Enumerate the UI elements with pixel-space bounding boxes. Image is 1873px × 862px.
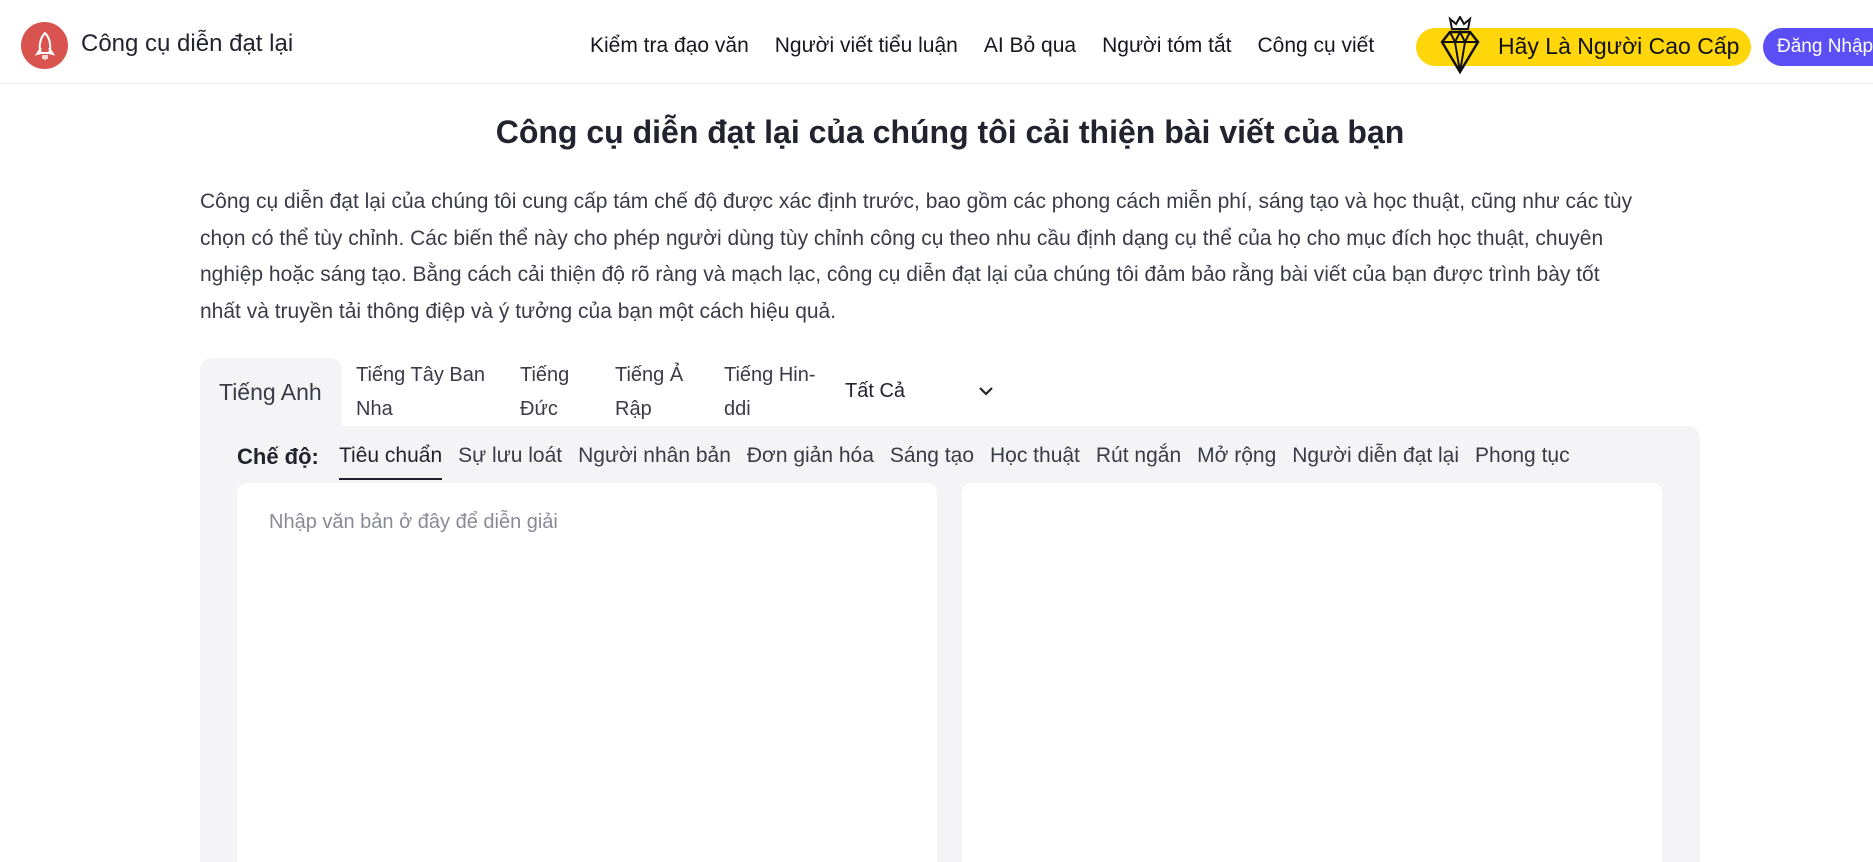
tab-label: Rập xyxy=(615,398,652,420)
language-select[interactable]: Tất Cả xyxy=(845,380,905,403)
mode-fluency[interactable]: Sự lưu loát xyxy=(458,444,562,480)
premium-button[interactable]: Hãy Là Người Cao Cấp xyxy=(1416,14,1751,75)
nav-plagiarism-checker[interactable]: Kiểm tra đạo văn xyxy=(590,34,749,58)
tab-label: Tiếng Ả xyxy=(615,364,684,386)
tab-arabic[interactable]: Tiếng Ả Rập xyxy=(615,358,683,426)
tab-label: Đức xyxy=(520,398,558,420)
output-box xyxy=(962,483,1662,862)
nav-summarizer[interactable]: Người tóm tắt xyxy=(1102,34,1231,58)
tab-german[interactable]: Tiếng Đức xyxy=(520,358,569,426)
intro-line: chọn có thể tùy chỉnh. Các biến thể này … xyxy=(200,226,1604,250)
mode-tabs: Tiêu chuẩn Sự lưu loát Người nhân bản Đơ… xyxy=(339,444,1570,480)
intro-line: Công cụ diễn đạt lại của chúng tôi cung … xyxy=(200,190,1633,213)
input-box xyxy=(237,483,937,862)
mode-label: Chế độ: xyxy=(237,444,319,469)
tab-label: Tiếng Hin- xyxy=(724,364,816,386)
main-nav: Kiểm tra đạo văn Người viết tiểu luận AI… xyxy=(590,34,1374,58)
nav-ai-bypass[interactable]: AI Bỏ qua xyxy=(984,34,1076,58)
mode-humanizer[interactable]: Người nhân bản xyxy=(578,444,731,480)
nav-essay-writer[interactable]: Người viết tiểu luận xyxy=(775,34,958,58)
rocket-icon[interactable] xyxy=(21,22,68,69)
mode-creative[interactable]: Sáng tạo xyxy=(890,444,974,480)
top-header: Công cụ diễn đạt lại Kiểm tra đạo văn Ng… xyxy=(0,0,1873,84)
tab-label: Tiếng Tây Ban xyxy=(356,364,485,386)
mode-rephraser[interactable]: Người diễn đạt lại xyxy=(1292,444,1459,480)
tab-spanish[interactable]: Tiếng Tây Ban Nha xyxy=(356,358,485,426)
intro-paragraph: Công cụ diễn đạt lại của chúng tôi cung … xyxy=(200,184,1712,330)
intro-line: nghiệp hoặc sáng tạo. Bằng cách cải thiệ… xyxy=(200,263,1600,286)
tab-label: ddi xyxy=(724,398,751,420)
tab-label: Tiếng xyxy=(520,364,570,386)
mode-expand[interactable]: Mở rộng xyxy=(1197,444,1276,480)
paraphrase-output xyxy=(962,483,1662,862)
mode-shorten[interactable]: Rút ngắn xyxy=(1096,444,1181,480)
mode-simplify[interactable]: Đơn giản hóa xyxy=(747,444,874,480)
mode-standard[interactable]: Tiêu chuẩn xyxy=(339,444,443,480)
chevron-down-icon[interactable] xyxy=(978,384,994,402)
premium-label: Hãy Là Người Cao Cấp xyxy=(1498,33,1740,59)
page-title: Công cụ diễn đạt lại của chúng tôi cải t… xyxy=(495,114,1405,150)
login-button[interactable]: Đăng Nhập xyxy=(1763,28,1873,66)
tab-english[interactable]: Tiếng Anh xyxy=(200,358,342,428)
diamond-crown-icon xyxy=(1434,14,1486,83)
paraphrase-input[interactable] xyxy=(237,483,937,862)
mode-academic[interactable]: Học thuật xyxy=(990,444,1080,480)
nav-writing-tools[interactable]: Công cụ viết xyxy=(1257,34,1374,58)
intro-line: nhất và truyền tải thông điệp và ý tưởng… xyxy=(200,299,837,323)
tab-label: Nha xyxy=(356,398,393,420)
mode-custom[interactable]: Phong tục xyxy=(1475,444,1570,480)
tab-hindi[interactable]: Tiếng Hin- ddi xyxy=(724,358,816,426)
brand-name[interactable]: Công cụ diễn đạt lại xyxy=(81,30,293,58)
